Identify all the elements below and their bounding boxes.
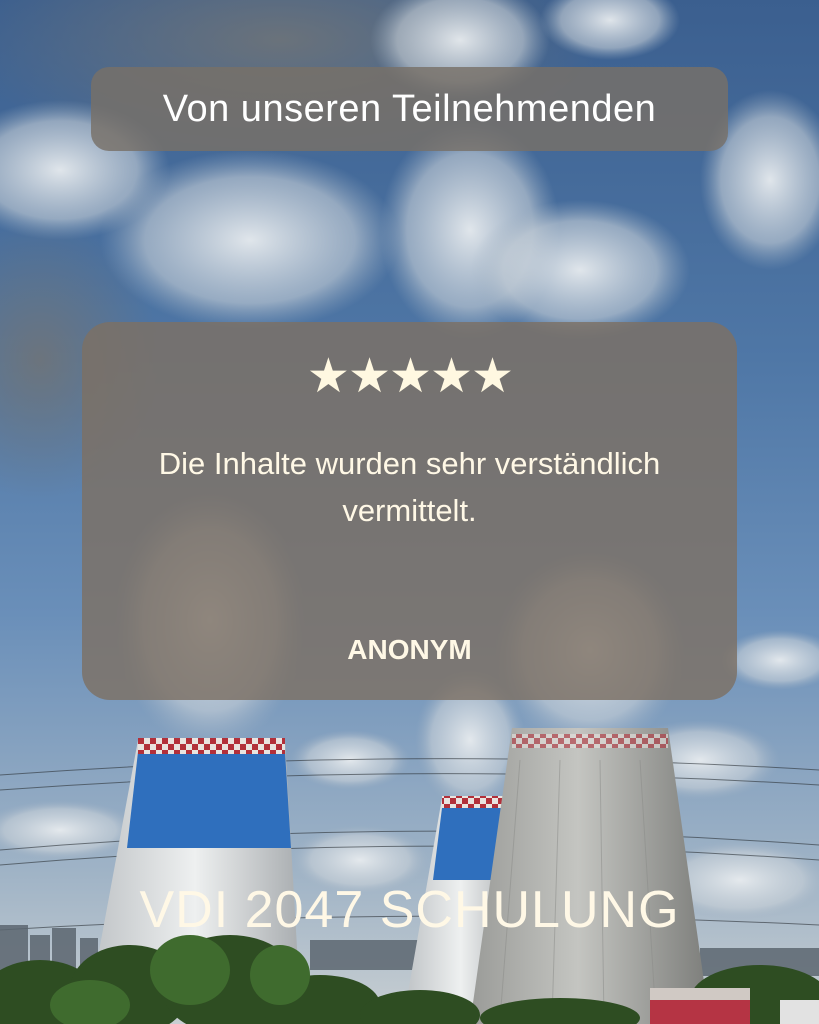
star-rating: ★★★★★ [0,348,819,404]
testimonial-poster: Von unseren Teilnehmenden ★★★★★ Die Inha… [0,0,819,1024]
page-title: Von unseren Teilnehmenden [162,87,657,130]
header-banner: Von unseren Teilnehmenden [91,67,728,151]
review-quote: Die Inhalte wurden sehr verständlich ver… [158,446,661,528]
review-author: ANONYM [347,634,472,665]
star-icon: ★★★★★ [306,348,514,404]
course-title: VDI 2047 SCHULUNG [139,881,680,939]
